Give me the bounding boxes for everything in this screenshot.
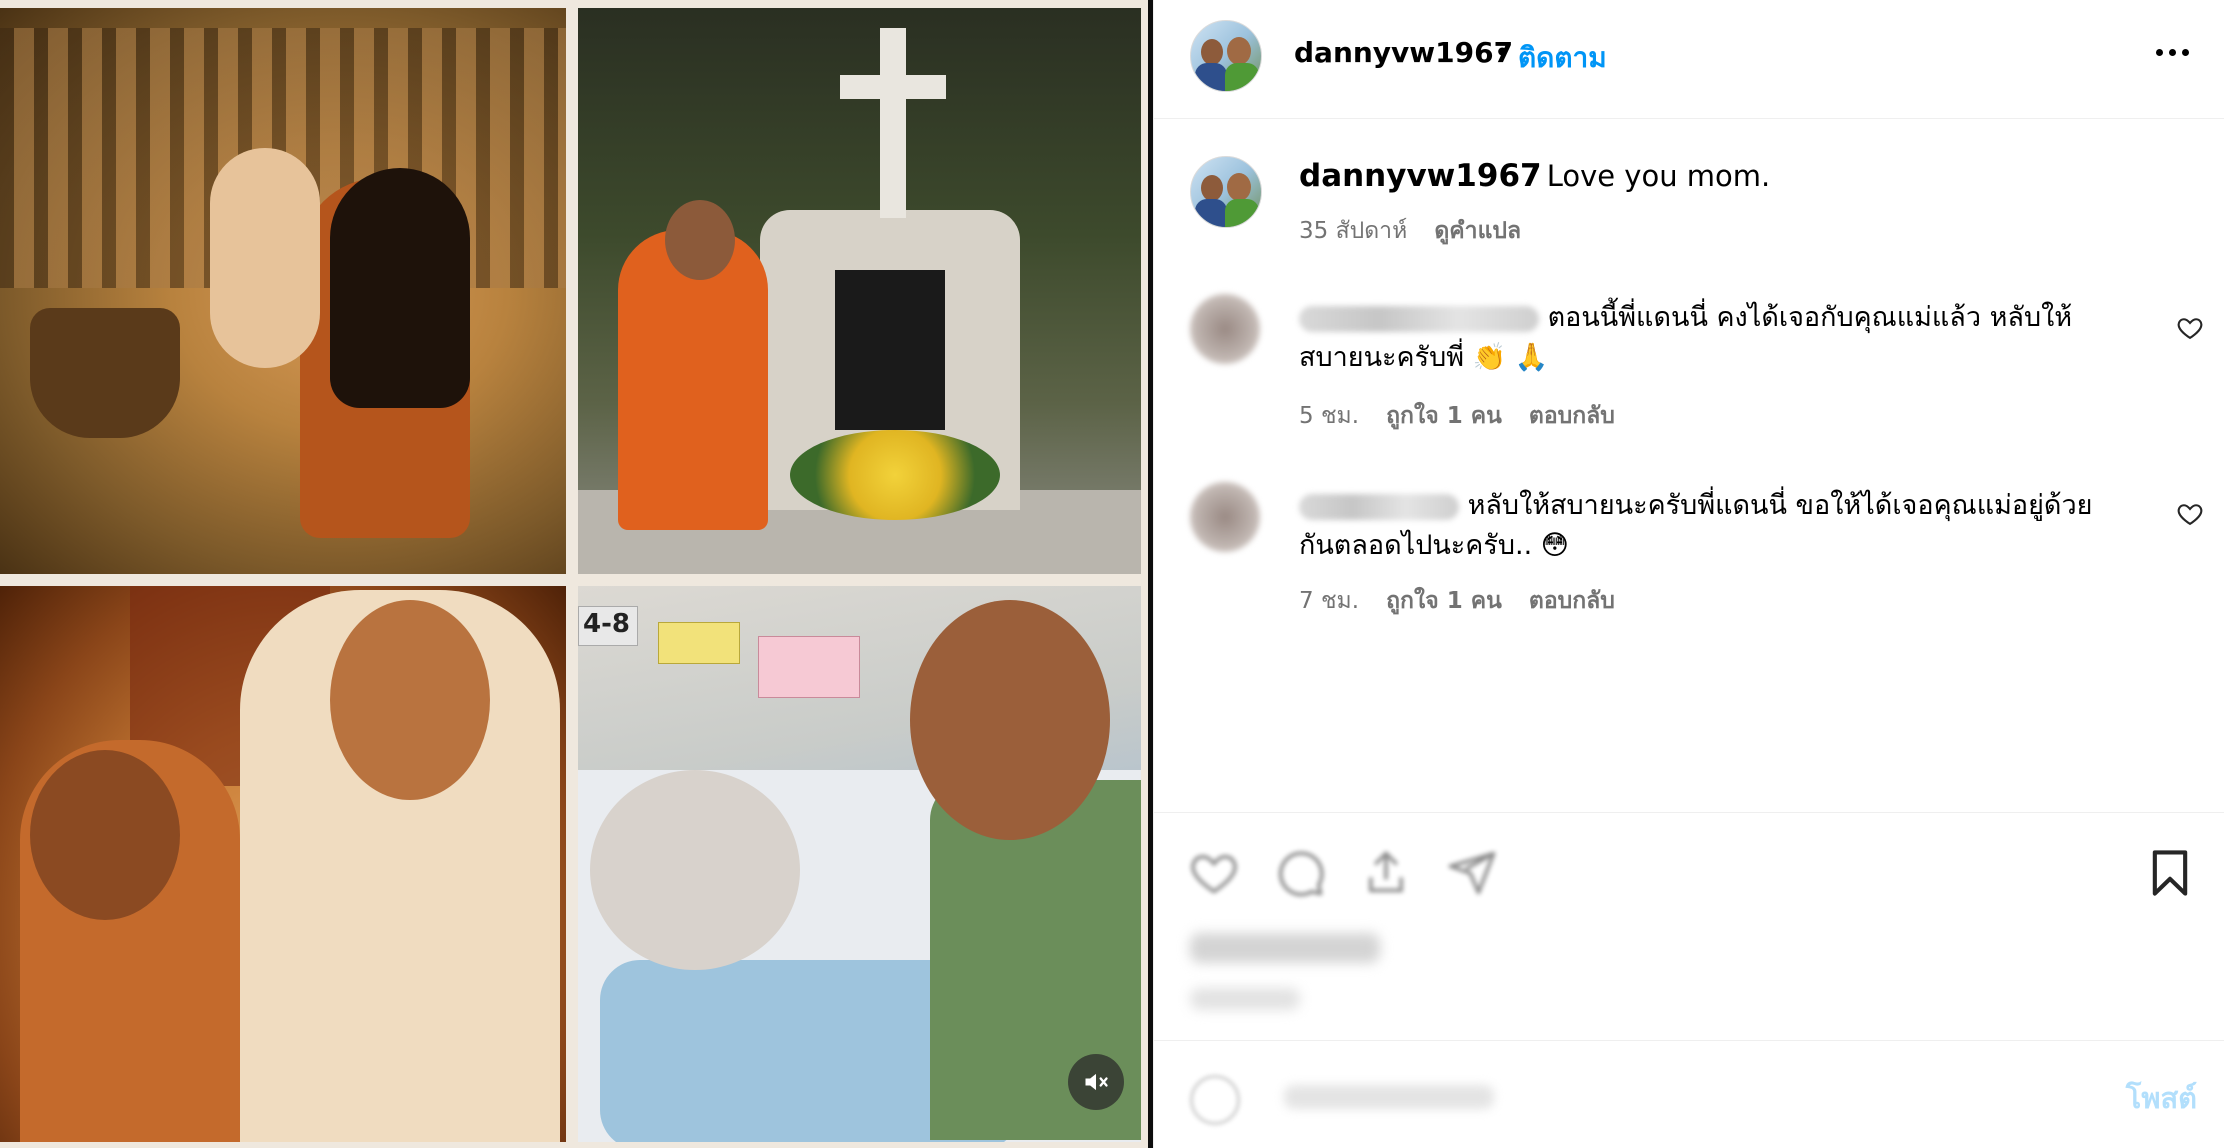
commenter-avatar[interactable]	[1190, 294, 1260, 364]
emoji-picker-icon[interactable]	[1190, 1075, 1240, 1125]
commenter-avatar[interactable]	[1190, 482, 1260, 552]
caption-line: dannyvw1967 Love you mom.	[1299, 158, 1770, 194]
header-separator: •	[1494, 36, 1511, 69]
comment-meta: 7 ชม. ถูกใจ 1 คน ตอบกลับ	[1299, 583, 1615, 619]
photo-collage: 4-8	[0, 0, 1148, 1148]
follow-button[interactable]: ติดตาม	[1518, 36, 1607, 80]
post-actions	[1154, 812, 2224, 1043]
instagram-post-view: 4-8 dannyvw1967 • ติดตาม dannyvw1967 Lov…	[0, 0, 2224, 1148]
photo-plaque	[835, 270, 945, 430]
comment-likes[interactable]: ถูกใจ 1 คน	[1386, 403, 1502, 429]
reply-button[interactable]: ตอบกลับ	[1529, 403, 1615, 429]
caption-avatar[interactable]	[1190, 156, 1262, 228]
post-date	[1190, 988, 1300, 1010]
comment-meta: 5 ชม. ถูกใจ 1 คน ตอบกลับ	[1299, 398, 1615, 434]
comment-body: ตอนนี้พี่แดนนี่ คงได้เจอกับคุณแม่แล้ว หล…	[1299, 298, 2129, 378]
caption-text: Love you mom.	[1546, 159, 1771, 193]
comment-line: ตอนนี้พี่แดนนี่ คงได้เจอกับคุณแม่แล้ว หล…	[1299, 298, 2129, 338]
caption-username[interactable]: dannyvw1967	[1299, 158, 1542, 194]
caption-time[interactable]: 35 สัปดาห์	[1299, 218, 1407, 244]
comment-line-2: สบายนะครับพี่ 👏 🙏	[1299, 338, 2129, 378]
photo-visitor-head	[910, 600, 1110, 840]
comment-line-2: กันตลอดไปนะครับ.. 😳	[1299, 526, 2129, 566]
photo-mother-and-son	[0, 586, 566, 1142]
comment-likes[interactable]: ถูกใจ 1 คน	[1386, 588, 1502, 614]
photo-mother-hair	[330, 168, 470, 408]
photo-cross-horizontal	[840, 75, 946, 99]
comment-time[interactable]: 5 ชม.	[1299, 403, 1359, 429]
send-icon[interactable]	[1446, 847, 1498, 899]
photo-patient	[590, 770, 800, 970]
comment-emoji: 😳	[1540, 530, 1569, 561]
photo-note-yellow	[658, 622, 740, 664]
comment-emoji: 👏 🙏	[1472, 342, 1549, 373]
comment-heart-icon[interactable]	[2176, 314, 2204, 342]
add-comment-bar: โพสต์	[1154, 1040, 2224, 1148]
speaker-muted-icon	[1085, 1073, 1108, 1091]
comment-input[interactable]	[1284, 1085, 1494, 1109]
photo-cross-vertical	[880, 28, 906, 218]
author-username[interactable]: dannyvw1967	[1294, 36, 1513, 69]
caption-meta: 35 สัปดาห์ ดูคำแปล	[1299, 213, 1521, 249]
photo-man-head	[665, 200, 735, 280]
comment-line: หลับให้สบายนะครับพี่แดนนี่ ขอให้ได้เจอคุ…	[1299, 486, 2129, 526]
comment-time[interactable]: 7 ชม.	[1299, 588, 1359, 614]
share-icon[interactable]	[1360, 847, 1412, 899]
photo-note-pink	[758, 636, 860, 698]
post-media[interactable]: 4-8	[0, 0, 1153, 1148]
see-translation-link[interactable]: ดูคำแปล	[1434, 218, 1521, 244]
comment-text-line1: หลับให้สบายนะครับพี่แดนนี่ ขอให้ได้เจอคุ…	[1467, 490, 2093, 521]
photo-plant-pot	[30, 308, 180, 438]
photo-baby	[210, 148, 320, 368]
comment-text-line2: สบายนะครับพี่	[1299, 342, 1473, 373]
comment-body: หลับให้สบายนะครับพี่แดนนี่ ขอให้ได้เจอคุ…	[1299, 486, 2129, 566]
post-comment-button[interactable]: โพสต์	[2126, 1075, 2197, 1121]
mute-button[interactable]	[1068, 1054, 1124, 1110]
more-horizontal-icon	[2155, 48, 2163, 56]
post-header: dannyvw1967 • ติดตาม	[1154, 0, 2224, 119]
photo-flowers	[790, 430, 1000, 520]
author-avatar[interactable]	[1190, 20, 1262, 92]
comment-text-line2: กันตลอดไปนะครับ..	[1299, 530, 1541, 561]
post-side-panel: dannyvw1967 • ติดตาม dannyvw1967 Love yo…	[1153, 0, 2224, 1148]
photo-grave-visit	[578, 8, 1141, 574]
likes-count[interactable]	[1190, 933, 1380, 963]
photo-mother-head	[30, 750, 180, 920]
photo-bed-number: 4-8	[578, 606, 638, 646]
heart-icon[interactable]	[1188, 847, 1240, 899]
photo-son-head	[330, 600, 490, 800]
comment-heart-icon[interactable]	[2176, 500, 2204, 528]
commenter-username[interactable]	[1299, 305, 1539, 332]
commenter-username[interactable]	[1299, 493, 1459, 520]
photo-hospital-bed: 4-8	[578, 586, 1141, 1142]
photo-mother-with-baby	[0, 8, 566, 574]
more-options-button[interactable]	[2149, 32, 2195, 72]
reply-button[interactable]: ตอบกลับ	[1529, 588, 1615, 614]
comment-icon[interactable]	[1274, 847, 1326, 899]
comment-text-line1: ตอนนี้พี่แดนนี่ คงได้เจอกับคุณแม่แล้ว หล…	[1547, 302, 2073, 333]
bookmark-icon[interactable]	[2144, 847, 2196, 899]
